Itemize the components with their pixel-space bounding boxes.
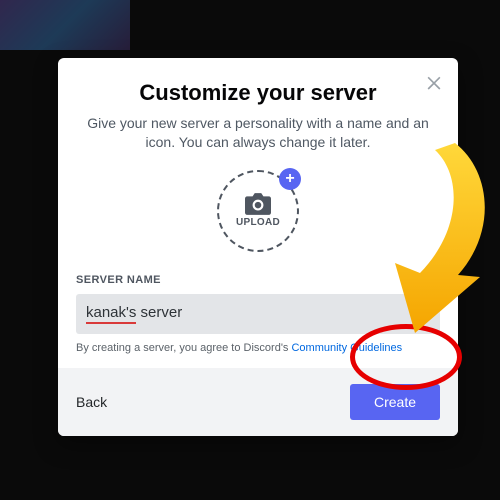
- plus-icon: +: [279, 168, 301, 190]
- community-guidelines-link[interactable]: Community Guidelines: [291, 342, 402, 354]
- upload-icon-button[interactable]: UPLOAD +: [217, 170, 299, 252]
- background-thumbnail: [0, 0, 130, 50]
- camera-icon: [245, 193, 271, 215]
- upload-label: UPLOAD: [236, 217, 280, 228]
- modal-title: Customize your server: [76, 80, 440, 106]
- server-name-input[interactable]: kanak's server: [76, 294, 440, 334]
- close-button[interactable]: [424, 72, 444, 92]
- modal-footer: Back Create: [58, 368, 458, 436]
- server-name-label: SERVER NAME: [76, 274, 440, 286]
- modal-subtitle: Give your new server a personality with …: [76, 114, 440, 152]
- create-button[interactable]: Create: [350, 384, 440, 420]
- helper-text: By creating a server, you agree to Disco…: [76, 342, 440, 354]
- customize-server-modal: Customize your server Give your new serv…: [58, 58, 458, 436]
- close-icon: [424, 72, 444, 92]
- back-button[interactable]: Back: [76, 394, 107, 410]
